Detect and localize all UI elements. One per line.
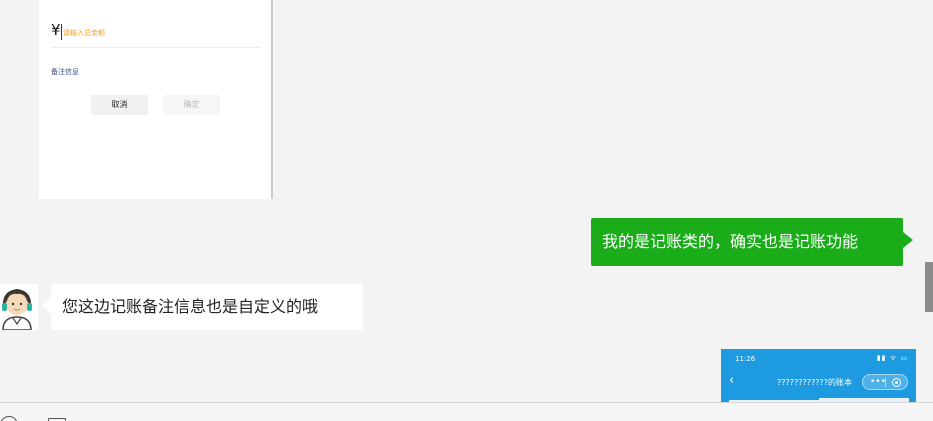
remark-label: 备注信息	[51, 68, 79, 76]
text-caret	[61, 24, 62, 40]
agent-avatar[interactable]	[0, 284, 38, 330]
amount-placeholder: 请输入总金额	[63, 29, 105, 37]
embedded-screenshot-form: ¥ 请输入总金额 备注信息 取消 确定	[39, 0, 273, 199]
amount-input-row: ¥ 请输入总金额	[51, 20, 261, 48]
target-icon	[892, 378, 901, 387]
more-dots-icon: •••	[870, 377, 886, 387]
chevron-left-icon: ‹	[729, 373, 735, 388]
phone-tab-active	[729, 398, 819, 400]
confirm-button: 确定	[163, 95, 220, 115]
status-icons: ▮▮ ᯤ ▭	[876, 354, 908, 362]
customer-service-icon	[2, 288, 32, 330]
input-toolbar	[0, 402, 933, 421]
capsule-divider	[885, 378, 886, 387]
chat-scrollbar[interactable]	[925, 262, 933, 312]
cancel-button: 取消	[91, 95, 148, 115]
embedded-screenshot-phone[interactable]: 11:26 ▮▮ ᯤ ▭ ‹ ????????????的账本 •••	[721, 349, 916, 402]
message-bubble-outgoing[interactable]: 我的是记账类的，确实也是记账功能	[591, 218, 913, 266]
message-bubble-incoming[interactable]: 您这边记账备注信息也是自定义的哦	[42, 284, 363, 330]
miniprogram-capsule: •••	[862, 374, 908, 390]
status-time: 11:26	[735, 355, 756, 363]
emoji-icon[interactable]	[0, 416, 18, 421]
phone-page-title: ????????????的账本	[777, 378, 852, 387]
currency-symbol: ¥	[51, 21, 61, 39]
